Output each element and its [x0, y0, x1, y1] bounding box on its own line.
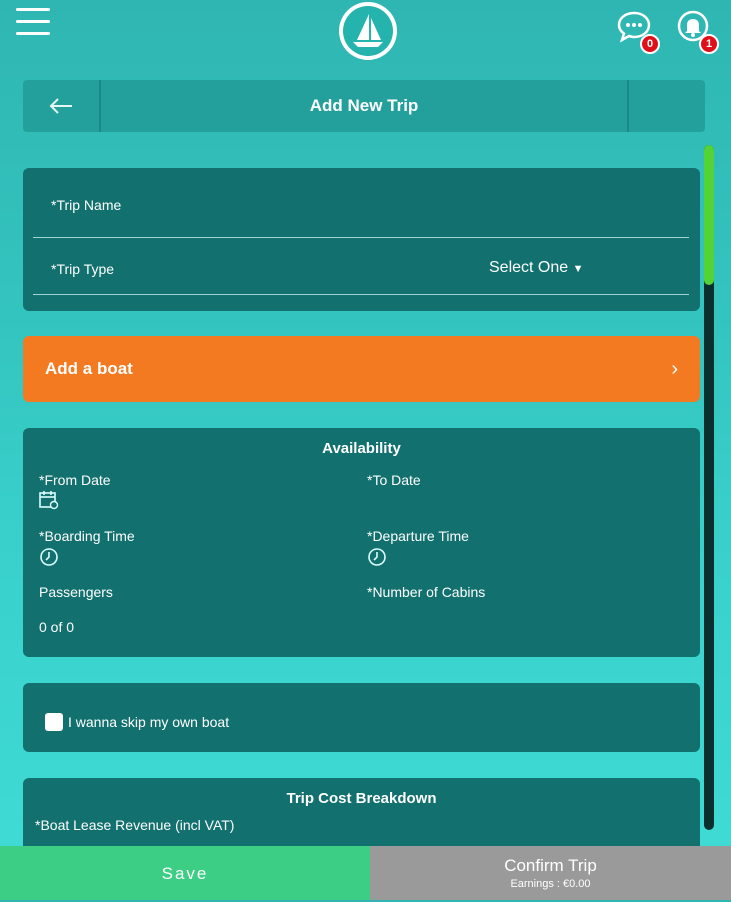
add-boat-label: Add a boat — [45, 359, 133, 378]
cost-breakdown-title: Trip Cost Breakdown — [286, 790, 437, 807]
trip-type-select[interactable]: Select One ▼ — [489, 259, 584, 277]
messages-badge: 0 — [640, 34, 660, 54]
to-date-label: *To Date — [367, 472, 421, 488]
skip-boat-card: I wanna skip my own boat — [23, 683, 700, 752]
notifications-badge: 1 — [699, 34, 719, 54]
boarding-time-label: *Boarding Time — [39, 528, 135, 544]
arrow-left-icon — [49, 98, 72, 114]
cost-breakdown-card: Trip Cost Breakdown *Boat Lease Revenue … — [23, 778, 700, 846]
divider — [33, 237, 689, 238]
chevron-right-icon: › — [671, 358, 678, 380]
title-bar: Add New Trip — [23, 80, 705, 132]
from-date-label: *From Date — [39, 472, 111, 488]
add-boat-button[interactable]: Add a boat › — [23, 336, 700, 402]
confirm-trip-label: Confirm Trip — [504, 856, 597, 875]
skip-boat-label: I wanna skip my own boat — [68, 714, 230, 730]
trip-type-label: *Trip Type — [51, 261, 115, 277]
sailboat-logo-icon — [339, 2, 397, 60]
divider — [627, 80, 629, 132]
confirm-trip-button[interactable]: Confirm Trip Earnings : €0.00 — [370, 846, 731, 900]
chat-icon[interactable]: 0 — [616, 10, 660, 54]
trip-form-card: *Trip Name *Trip Type Select One ▼ — [23, 168, 700, 311]
clock-icon[interactable] — [39, 547, 59, 572]
skip-boat-checkbox[interactable] — [45, 713, 63, 731]
menu-icon[interactable] — [16, 8, 50, 38]
clock-icon[interactable] — [367, 547, 387, 572]
passengers-label: Passengers — [39, 584, 113, 600]
passengers-value: 0 of 0 — [39, 619, 75, 635]
availability-title: Availability — [322, 440, 401, 457]
earnings-label: Earnings : €0.00 — [510, 878, 591, 890]
trip-name-label: *Trip Name — [51, 197, 122, 213]
divider — [33, 294, 689, 295]
departure-time-label: *Departure Time — [367, 528, 469, 544]
bell-icon[interactable]: 1 — [675, 10, 719, 54]
trip-name-input[interactable] — [33, 213, 689, 238]
scrollbar-thumb[interactable] — [704, 145, 714, 285]
availability-card: Availability *From Date *To Date *Boardi… — [23, 428, 700, 657]
save-label: Save — [161, 864, 209, 883]
back-button[interactable] — [23, 80, 99, 132]
calendar-icon[interactable] — [39, 490, 59, 515]
caret-down-icon: ▼ — [572, 263, 584, 275]
save-button[interactable]: Save — [0, 846, 370, 900]
trip-type-value: Select One — [489, 259, 569, 276]
cabins-label: *Number of Cabins — [367, 584, 486, 600]
page-title: Add New Trip — [309, 96, 419, 115]
boat-lease-label: *Boat Lease Revenue (incl VAT) — [35, 817, 235, 833]
